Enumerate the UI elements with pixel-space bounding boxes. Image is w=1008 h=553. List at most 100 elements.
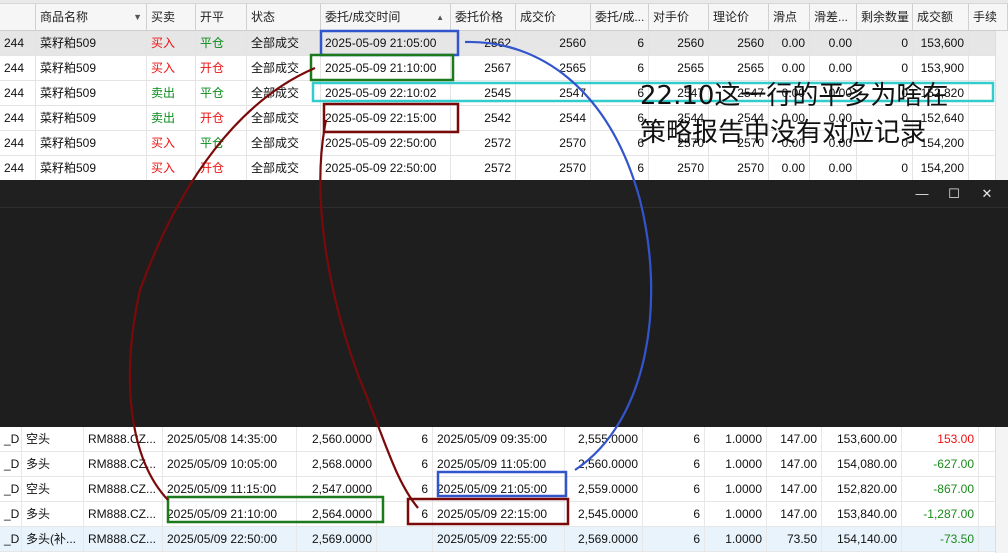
order-cell-order-price: 2562	[451, 31, 516, 55]
report-cell-fee: 147.00	[767, 427, 822, 451]
order-cell-side: 买入	[147, 131, 196, 155]
order-cell-side: 卖出	[147, 106, 196, 130]
order-cell-qty: 6	[591, 31, 649, 55]
report-cell-lots: 6	[643, 502, 705, 526]
order-cell-order-price: 2545	[451, 81, 516, 105]
report-cell-lots: 6	[643, 427, 705, 451]
report-cell-code: _D	[0, 427, 22, 451]
report-cell-sym: RM888.CZ...	[84, 477, 163, 501]
col-header-name[interactable]: 商品名称 ▼	[36, 4, 147, 30]
report-cell-mult: 1.0000	[705, 477, 767, 501]
report-cell-pnl: -867.00	[902, 477, 979, 501]
col-header-status[interactable]: 状态	[247, 4, 321, 30]
order-cell-status: 全部成交	[247, 156, 321, 180]
order-cell-fill-price: 2544	[516, 106, 591, 130]
order-cell-side: 买入	[147, 31, 196, 55]
order-cell-name: 菜籽粕509	[36, 106, 147, 130]
col-header-side[interactable]: 买卖	[147, 4, 196, 30]
col-header-fill-price[interactable]: 成交价	[516, 4, 591, 30]
close-icon[interactable]: ✕	[967, 180, 1007, 208]
order-row[interactable]: 244 菜籽粕509 买入 平仓 全部成交 2025-05-09 21:05:00 2562…	[0, 31, 1008, 56]
orders-scrollbar[interactable]	[995, 31, 1008, 180]
report-cell-lots: 6	[643, 527, 705, 551]
order-cell-slipdiff: 0.00	[810, 156, 857, 180]
report-cell-amount: 153,600.00	[822, 427, 902, 451]
report-cell-open-price: 2,564.0000	[297, 502, 377, 526]
order-cell-side: 买入	[147, 56, 196, 80]
report-cell-close-time: 2025/05/09 22:15:00	[433, 502, 565, 526]
order-cell-name: 菜籽粕509	[36, 31, 147, 55]
order-cell-name: 菜籽粕509	[36, 81, 147, 105]
order-cell-amount: 153,900	[913, 56, 969, 80]
order-cell-name: 菜籽粕509	[36, 156, 147, 180]
report-row[interactable]: _D 多头 RM888.CZ... 2025/05/09 10:05:00 2,568.…	[0, 452, 1008, 477]
order-cell-id: 244	[0, 106, 36, 130]
order-cell-theory: 2565	[709, 56, 769, 80]
order-cell-slip: 0.00	[769, 31, 810, 55]
order-row[interactable]: 244 菜籽粕509 买入 开仓 全部成交 2025-05-09 22:50:00 2572…	[0, 156, 1008, 180]
col-header-slipdiff[interactable]: 滑差...	[810, 4, 857, 30]
order-cell-slipdiff: 0.00	[810, 56, 857, 80]
col-header-remain[interactable]: 剩余数量	[857, 4, 913, 30]
col-header-theory[interactable]: 理论价	[709, 4, 769, 30]
annotation-line-2: 策略报告中没有对应记录	[640, 118, 927, 148]
report-cell-qty	[377, 527, 433, 551]
col-header-order-price[interactable]: 委托价格	[451, 4, 516, 30]
report-row[interactable]: _D 多头(补... RM888.CZ... 2025/05/09 22:50:00 2…	[0, 527, 1008, 552]
report-scrollbar[interactable]	[995, 427, 1008, 553]
col-header-amount[interactable]: 成交额	[913, 4, 969, 30]
report-cell-close-time: 2025/05/09 09:35:00	[433, 427, 565, 451]
order-cell-side: 买入	[147, 156, 196, 180]
annotation-line-1: 22.10这一行的平多为啥在	[640, 81, 949, 111]
report-cell-code: _D	[0, 502, 22, 526]
order-cell-amount: 154,200	[913, 156, 969, 180]
order-cell-id: 244	[0, 31, 36, 55]
report-cell-code: _D	[0, 477, 22, 501]
report-cell-pnl: 153.00	[902, 427, 979, 451]
report-cell-sym: RM888.CZ...	[84, 427, 163, 451]
order-cell-status: 全部成交	[247, 81, 321, 105]
report-cell-fee: 147.00	[767, 452, 822, 476]
col-header-time-label: 委托/成交时间	[325, 10, 401, 24]
report-cell-sym: RM888.CZ...	[84, 527, 163, 551]
col-header-opp[interactable]: 对手价	[649, 4, 709, 30]
report-cell-open-time: 2025/05/09 10:05:00	[163, 452, 297, 476]
order-cell-order-price: 2542	[451, 106, 516, 130]
order-cell-time: 2025-05-09 22:15:00	[321, 106, 451, 130]
report-cell-open-price: 2,560.0000	[297, 427, 377, 451]
order-cell-theory: 2570	[709, 156, 769, 180]
col-header-name-label: 商品名称	[40, 10, 89, 24]
filter-icon[interactable]: ▼	[133, 4, 142, 30]
window-titlebar[interactable]: — ☐ ✕	[0, 180, 1008, 208]
order-cell-qty: 6	[591, 56, 649, 80]
report-cell-open-price: 2,568.0000	[297, 452, 377, 476]
col-header-fee[interactable]: 手续	[969, 4, 1008, 30]
order-cell-order-price: 2572	[451, 131, 516, 155]
report-cell-close-price: 2,569.0000	[565, 527, 643, 551]
order-cell-id: 244	[0, 156, 36, 180]
col-header-time[interactable]: 委托/成交时间 ▲	[321, 4, 451, 30]
report-cell-amount: 152,820.00	[822, 477, 902, 501]
order-cell-fill-price: 2570	[516, 131, 591, 155]
col-header-qty[interactable]: 委托/成...	[591, 4, 649, 30]
report-cell-qty: 6	[377, 452, 433, 476]
order-cell-amount: 153,600	[913, 31, 969, 55]
col-header-oc[interactable]: 开平	[196, 4, 247, 30]
order-cell-opp: 2570	[649, 156, 709, 180]
order-cell-fill-price: 2547	[516, 81, 591, 105]
report-row[interactable]: _D 空头 RM888.CZ... 2025/05/09 11:15:00 2,547.…	[0, 477, 1008, 502]
col-header-slip[interactable]: 滑点	[769, 4, 810, 30]
order-cell-opp: 2565	[649, 56, 709, 80]
report-cell-fee: 147.00	[767, 502, 822, 526]
report-cell-open-price: 2,569.0000	[297, 527, 377, 551]
report-cell-dir: 空头	[22, 477, 84, 501]
order-cell-oc: 开仓	[196, 156, 247, 180]
report-cell-open-time: 2025/05/09 22:50:00	[163, 527, 297, 551]
order-row[interactable]: 244 菜籽粕509 买入 开仓 全部成交 2025-05-09 21:10:00 2567…	[0, 56, 1008, 81]
report-row[interactable]: _D 多头 RM888.CZ... 2025/05/09 21:10:00 2,564.…	[0, 502, 1008, 527]
order-cell-remain: 0	[857, 31, 913, 55]
report-row[interactable]: _D 空头 RM888.CZ... 2025/05/08 14:35:00 2,560.…	[0, 427, 1008, 452]
report-cell-dir: 空头	[22, 427, 84, 451]
order-cell-slip: 0.00	[769, 56, 810, 80]
order-cell-order-price: 2567	[451, 56, 516, 80]
